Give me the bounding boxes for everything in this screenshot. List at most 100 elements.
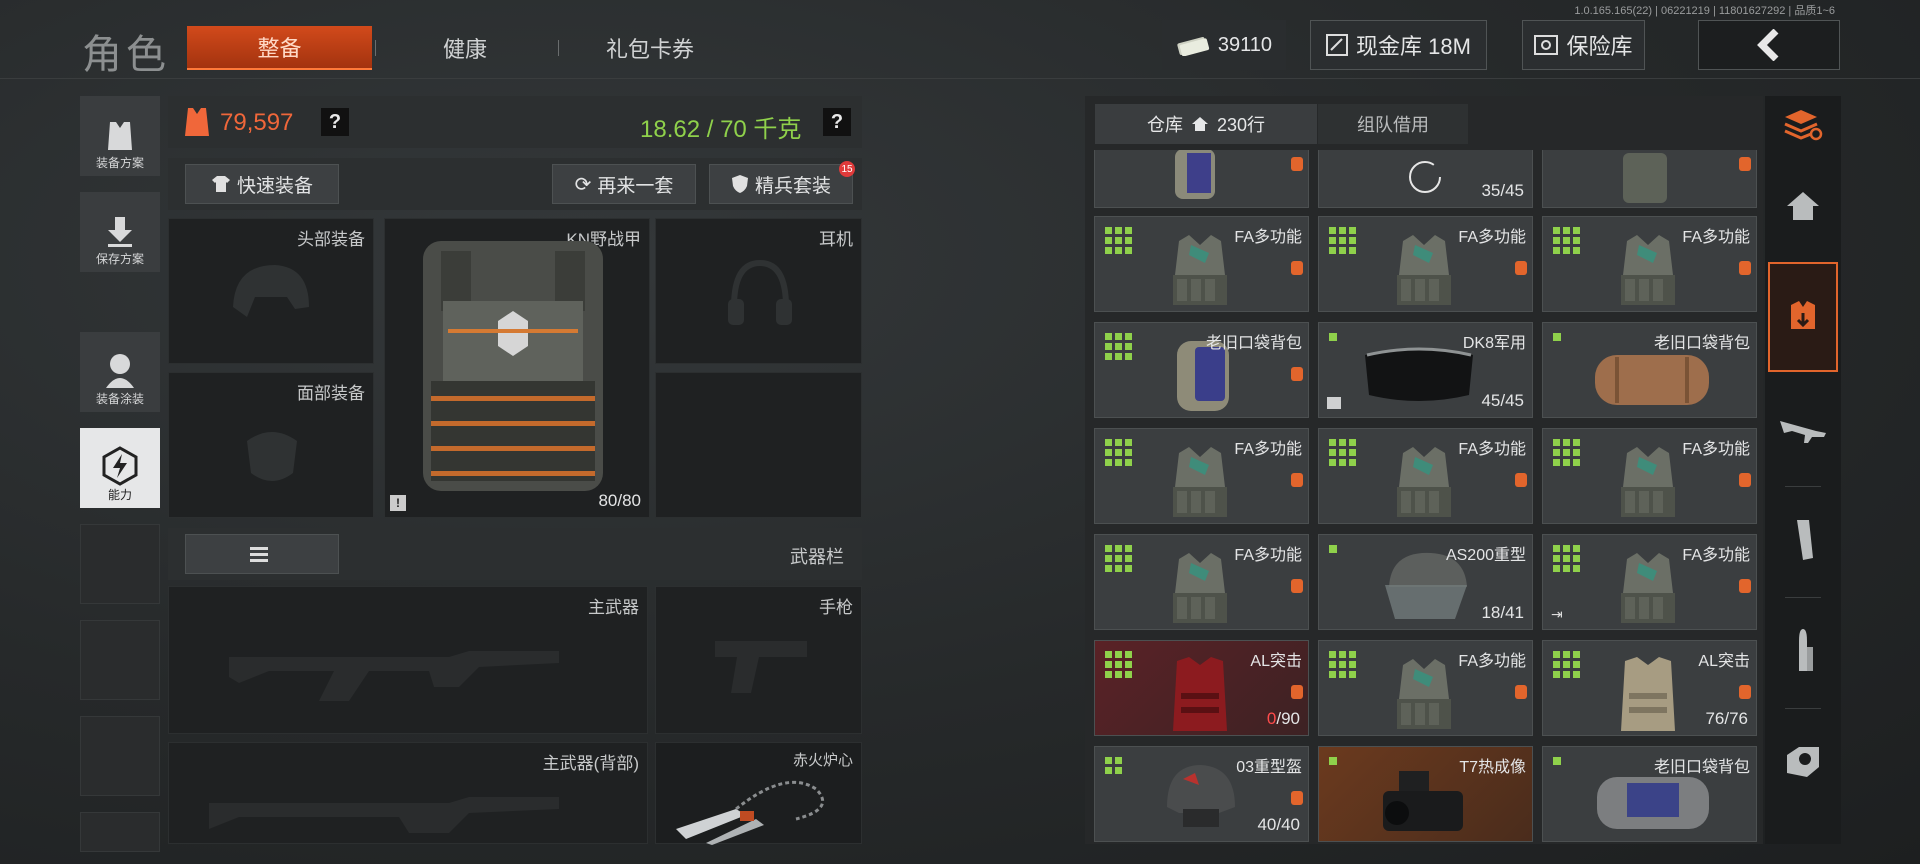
primary-weapon-slot[interactable]: 主武器 (168, 586, 648, 734)
slot-label: 手枪 (819, 598, 853, 617)
version-text: 1.0.165.165(22) | 06221219 | 11801627292… (1574, 5, 1835, 17)
inventory-cell[interactable]: 35/45 (1318, 150, 1533, 208)
primary-back-slot[interactable]: 主武器(背部) (168, 742, 648, 844)
earphone-slot[interactable]: 耳机 (655, 218, 862, 364)
melee-slot[interactable]: 赤火炉心 (655, 742, 862, 845)
inventory-cell[interactable]: FA多功能 (1318, 640, 1533, 736)
empty-slot (80, 812, 160, 852)
sidebar-label: 装备方案 (95, 156, 144, 170)
inventory-cell[interactable] (1542, 150, 1757, 208)
pistol-slot[interactable]: 手枪 (655, 586, 862, 734)
tab-storage[interactable]: 仓库 230行 (1095, 104, 1317, 144)
grid-size-icon (1105, 757, 1122, 774)
back-button[interactable] (1698, 20, 1840, 70)
inventory-cell[interactable]: 老旧口袋背包 (1542, 322, 1757, 418)
re-equip-label: 再来一套 (597, 175, 674, 197)
grid-size-icon (1553, 651, 1580, 678)
item-name: FA多功能 (1458, 229, 1526, 246)
save-plan-button[interactable]: 保存方案 (80, 192, 160, 272)
nav-magazines[interactable] (1768, 490, 1838, 590)
inventory-cell[interactable]: 03重型盔 40/40 (1094, 746, 1309, 842)
exit-icon: ⇥ (1551, 606, 1563, 622)
safe-button[interactable]: 保险库 (1522, 20, 1645, 70)
cube-icon (1327, 397, 1341, 409)
re-equip-button[interactable]: ⟳ 再来一套 (552, 164, 696, 204)
cash-store-button[interactable]: 现金库 18M (1310, 20, 1487, 70)
inventory-cell[interactable]: 老旧口袋背包 (1094, 322, 1309, 418)
empty-slot (80, 716, 160, 796)
status-badge (1739, 579, 1751, 593)
item-durability: 40/40 (1257, 815, 1300, 834)
inventory-cell[interactable]: AS200重型 18/41 (1318, 534, 1533, 630)
item-name: FA多功能 (1458, 441, 1526, 458)
inventory-cell[interactable]: FA多功能 (1094, 428, 1309, 524)
elite-set-button[interactable]: 精兵套装 (709, 164, 853, 204)
rifle-placeholder-icon (209, 797, 559, 833)
status-badge (1739, 261, 1751, 275)
status-badge (1291, 473, 1303, 487)
ammo-equip-button[interactable] (185, 534, 339, 574)
inventory-cell[interactable]: AL突击 76/76 (1542, 640, 1757, 736)
equipment-skin-button[interactable]: 装备涂装 (80, 332, 160, 412)
tab-equip[interactable]: 整备 (187, 26, 372, 70)
head-slot[interactable]: 头部装备 (168, 218, 374, 364)
nav-all-categories[interactable] (1768, 96, 1838, 152)
tab-team-borrow[interactable]: 组队借用 (1318, 104, 1468, 144)
grid-size-icon (1105, 439, 1132, 466)
helmet-placeholder-icon (233, 265, 309, 317)
inventory-cell[interactable] (1094, 150, 1309, 208)
inventory-cell[interactable]: T7热成像 (1318, 746, 1533, 842)
item-name: FA多功能 (1234, 441, 1302, 458)
armor-slot[interactable]: KN野战甲 ! 80/80 (384, 218, 650, 518)
inventory-cell[interactable]: ⇥ FA多功能 (1542, 534, 1757, 630)
item-name: FA多功能 (1234, 229, 1302, 246)
item-name: AL突击 (1698, 653, 1750, 670)
nav-attachments[interactable] (1768, 712, 1838, 812)
tactical-vest-icon (1173, 447, 1227, 517)
inventory-cell[interactable]: FA多功能 (1094, 534, 1309, 630)
grid-size-icon (1329, 227, 1356, 254)
value-help-button[interactable]: ? (321, 108, 349, 136)
loadout-value: 79,597 (220, 109, 294, 136)
empty-equipment-slot (655, 372, 862, 518)
loadout-plan-button[interactable]: 装备方案 (80, 96, 160, 176)
tab-gift-cards[interactable]: 礼包卡券 (565, 26, 735, 70)
nav-weapons[interactable] (1768, 380, 1838, 480)
vest-item-icon (423, 241, 603, 491)
visor-item-icon (1365, 347, 1473, 401)
inventory-cell[interactable]: 老旧口袋背包 (1542, 746, 1757, 842)
quick-equip-button[interactable]: 快速装备 (185, 164, 339, 204)
red-vest-icon (1173, 657, 1227, 731)
status-badge (1291, 791, 1303, 805)
inventory-cell[interactable]: FA多功能 (1094, 216, 1309, 312)
face-slot[interactable]: 面部装备 (168, 372, 374, 518)
inventory-cell[interactable]: FA多功能 (1542, 428, 1757, 524)
back-arrow-icon (1757, 29, 1779, 61)
tab-health[interactable]: 健康 (385, 26, 545, 70)
tactical-vest-icon (1173, 553, 1227, 623)
inventory-cell[interactable]: FA多功能 (1318, 428, 1533, 524)
item-name: 03重型盔 (1236, 759, 1302, 776)
nav-equipment[interactable] (1768, 262, 1838, 372)
nav-ammo[interactable] (1768, 600, 1838, 700)
inventory-cell[interactable]: AL突击 0/90 (1094, 640, 1309, 736)
tactical-vest-icon (1397, 659, 1451, 729)
header-divider (0, 78, 1920, 79)
scope-icon (1787, 747, 1819, 777)
weight-text: 18.62 / 70 千克 (640, 116, 802, 143)
tactical-vest-icon (1397, 447, 1451, 517)
slot-label: 主武器 (588, 598, 639, 617)
weight-help-button[interactable]: ? (823, 108, 851, 136)
empty-slot (80, 524, 160, 604)
inventory-cell[interactable]: FA多功能 (1318, 216, 1533, 312)
money-display: 39110 (1162, 20, 1286, 70)
status-badge (1291, 685, 1303, 699)
layers-icon (1784, 110, 1823, 141)
nav-home[interactable] (1768, 156, 1838, 256)
shield-icon (731, 175, 748, 193)
inventory-cell[interactable]: FA多功能 (1542, 216, 1757, 312)
ability-button[interactable]: 能力 (80, 428, 160, 508)
inventory-cell[interactable]: DK8军用 45/45 (1318, 322, 1533, 418)
sidebar-label: 能力 (107, 488, 132, 502)
weapon-bar-label: 武器栏 (790, 547, 844, 567)
